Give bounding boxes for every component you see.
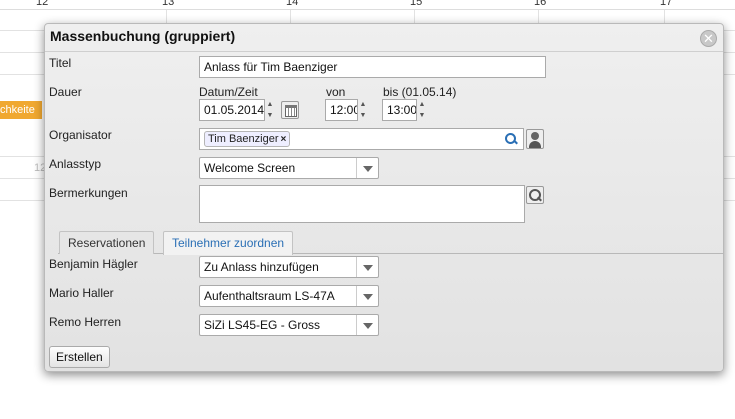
organisator-input[interactable]: Tim Baenziger × bbox=[199, 128, 524, 150]
dauer-label: Dauer bbox=[49, 85, 82, 99]
titel-input[interactable]: Anlass für Tim Baenziger bbox=[199, 56, 546, 78]
participant-name: Benjamin Hägler bbox=[49, 257, 138, 271]
chevron-down-icon[interactable]: ▼ bbox=[265, 110, 275, 121]
hour-label: 15 bbox=[410, 0, 423, 8]
participant-select-value: Zu Anlass hinzufügen bbox=[204, 260, 319, 274]
participant-select-value: Aufenthaltsraum LS-47A bbox=[204, 289, 335, 303]
dialog-title: Massenbuchung (gruppiert) bbox=[50, 28, 236, 44]
von-time-input[interactable]: 12:00 bbox=[325, 99, 358, 121]
search-icon[interactable] bbox=[505, 133, 517, 145]
chevron-down-icon[interactable]: ▼ bbox=[417, 110, 427, 121]
titel-label: Titel bbox=[49, 56, 72, 70]
chevron-up-icon[interactable]: ▲ bbox=[265, 99, 275, 110]
chevron-up-icon[interactable]: ▲ bbox=[417, 99, 427, 110]
participant-select-value: SiZi LS45-EG - Gross bbox=[204, 318, 321, 332]
date-stepper[interactable]: ▲ ▼ bbox=[265, 99, 275, 121]
tabs-divider bbox=[58, 253, 724, 254]
remove-tag-icon[interactable]: × bbox=[281, 134, 287, 145]
erstellen-button[interactable]: Erstellen bbox=[49, 346, 110, 368]
hour-label: 17 bbox=[660, 0, 673, 8]
mass-booking-dialog: Massenbuchung (gruppiert) ✕ Titel Anlass… bbox=[44, 23, 724, 372]
calendar-hour-ruler: 12 13 14 15 16 17 bbox=[0, 0, 735, 10]
participant-name: Remo Herren bbox=[49, 315, 122, 329]
bemerkungen-textarea[interactable] bbox=[199, 185, 525, 223]
anlasstyp-value: Welcome Screen bbox=[204, 161, 296, 175]
divider bbox=[45, 51, 723, 52]
bemerkungen-label: Bermerkungen bbox=[49, 186, 128, 200]
organisator-label: Organisator bbox=[49, 128, 112, 142]
close-icon[interactable]: ✕ bbox=[700, 30, 717, 47]
chevron-down-icon bbox=[356, 286, 378, 306]
participant-select[interactable]: Zu Anlass hinzufügen bbox=[199, 256, 379, 278]
date-input[interactable]: 01.05.2014 bbox=[199, 99, 265, 121]
chevron-down-icon bbox=[356, 158, 378, 178]
participant-select[interactable]: Aufenthaltsraum LS-47A bbox=[199, 285, 379, 307]
organizer-tag: Tim Baenziger × bbox=[204, 131, 291, 147]
datum-zeit-label: Datum/Zeit bbox=[199, 85, 258, 99]
calendar-icon[interactable] bbox=[281, 101, 299, 119]
chevron-down-icon[interactable]: ▼ bbox=[358, 110, 368, 121]
person-icon[interactable] bbox=[526, 129, 544, 149]
von-label: von bbox=[326, 85, 346, 99]
organizer-tag-label: Tim Baenziger bbox=[208, 133, 279, 145]
von-time-stepper[interactable]: ▲ ▼ bbox=[358, 99, 368, 121]
hour-label: 12 bbox=[36, 0, 49, 8]
anlasstyp-select[interactable]: Welcome Screen bbox=[199, 157, 379, 179]
hour-label: 16 bbox=[534, 0, 547, 8]
tab-reservationen[interactable]: Reservationen bbox=[59, 231, 155, 254]
anlasstyp-label: Anlasstyp bbox=[49, 157, 102, 171]
bis-time-stepper[interactable]: ▲ ▼ bbox=[417, 99, 427, 121]
hour-label: 14 bbox=[286, 0, 299, 8]
tab-teilnehmer-zuordnen[interactable]: Teilnehmer zuordnen bbox=[163, 231, 294, 255]
bis-time-input[interactable]: 13:00 bbox=[382, 99, 417, 121]
chevron-up-icon[interactable]: ▲ bbox=[358, 99, 368, 110]
bis-label: bis (01.05.14) bbox=[383, 85, 457, 99]
zoom-icon[interactable] bbox=[526, 186, 544, 204]
participant-select[interactable]: SiZi LS45-EG - Gross bbox=[199, 314, 379, 336]
chevron-down-icon bbox=[356, 257, 378, 277]
hour-label: 13 bbox=[162, 0, 175, 8]
participant-name: Mario Haller bbox=[49, 286, 114, 300]
calendar-event[interactable]: chkeite bbox=[0, 101, 42, 119]
chevron-down-icon bbox=[356, 315, 378, 335]
